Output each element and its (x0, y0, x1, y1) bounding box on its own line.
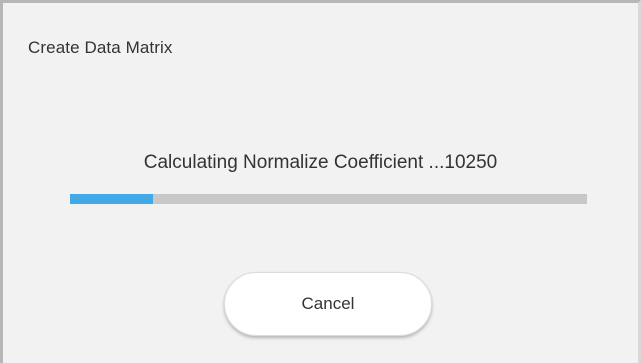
cancel-button[interactable]: Cancel (224, 272, 432, 336)
progress-bar (70, 194, 587, 204)
progress-bar-fill (70, 194, 153, 204)
dialog-title: Create Data Matrix (28, 38, 173, 57)
create-data-matrix-dialog: Create Data Matrix Calculating Normalize… (0, 0, 641, 363)
progress-status-text: Calculating Normalize Coefficient ...102… (143, 152, 498, 173)
